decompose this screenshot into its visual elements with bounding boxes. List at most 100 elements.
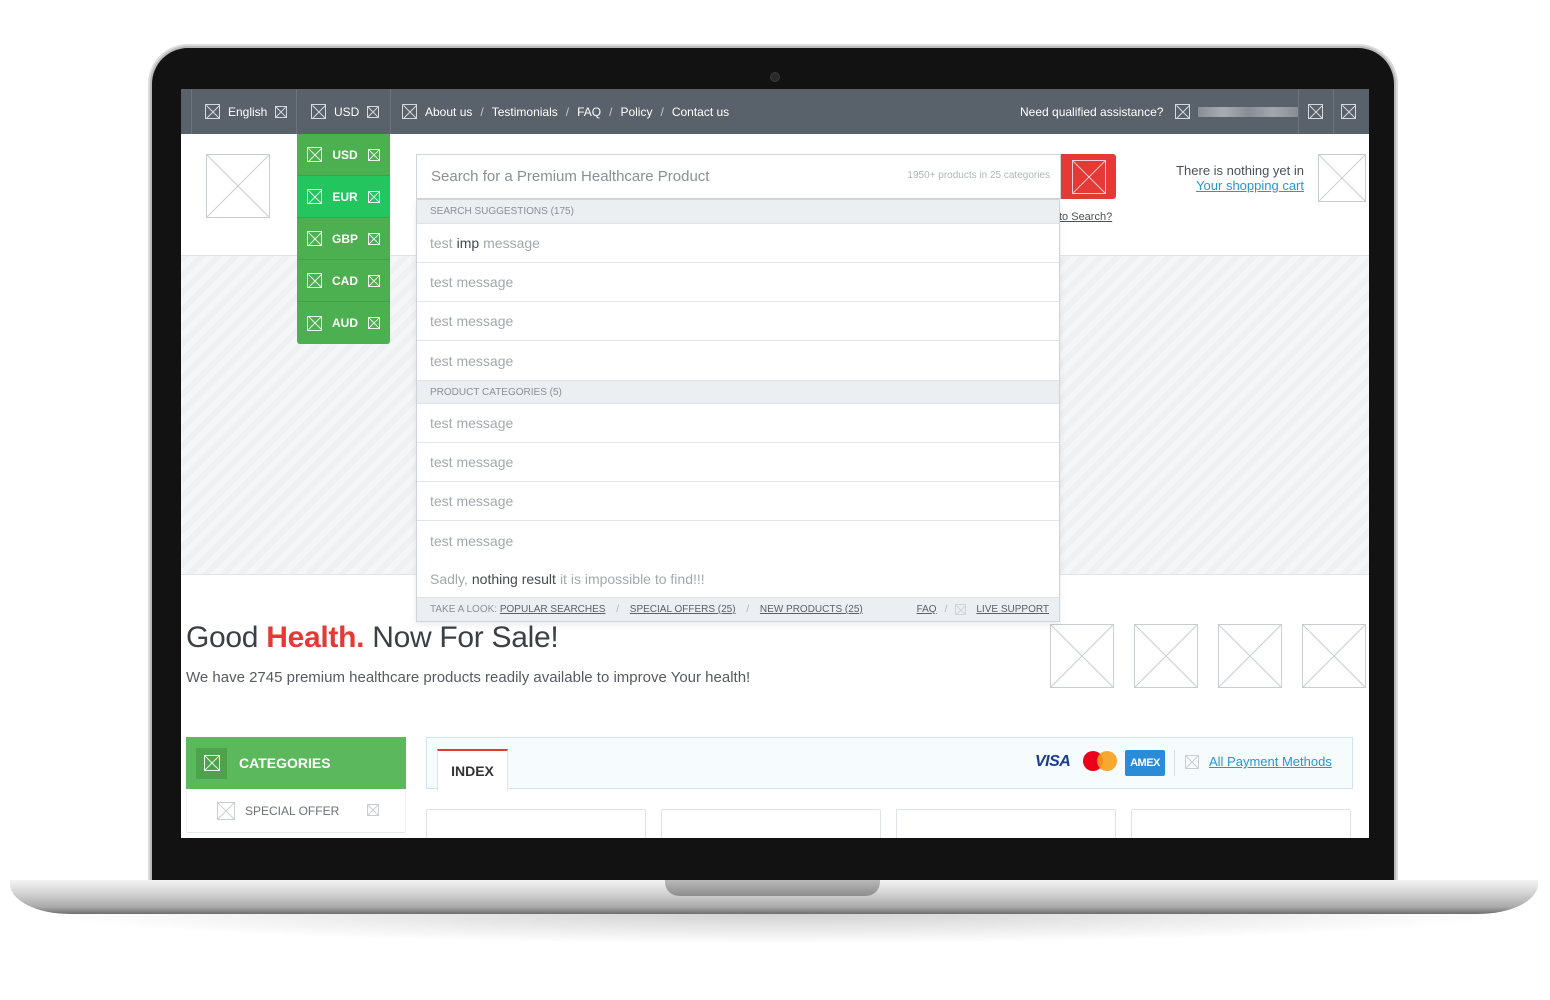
categories-title: CATEGORIES [239,755,331,771]
screen: English USD About us / Testimonials / FA… [181,89,1369,838]
new-products-link[interactable]: NEW PRODUCTS (25) [760,604,863,615]
phone-number-blurred [1198,106,1299,117]
popular-searches-link[interactable]: POPULAR SEARCHES [500,604,606,615]
product-card[interactable] [426,809,646,838]
currency-option-usd[interactable]: USD [297,134,390,176]
search-suggestions: SEARCH SUGGESTIONS (175) test imp messag… [416,199,1060,622]
divider [191,89,192,134]
payment-icon [1185,754,1199,769]
trust-badge-icon [1050,624,1114,688]
info-icon [402,104,417,119]
site-logo[interactable] [206,154,270,218]
hero-subtitle: We have 2745 premium healthcare products… [186,669,751,686]
top-nav: About us / Testimonials / FAQ / Policy /… [402,89,729,134]
language-label: English [228,104,268,119]
currency-icon [311,104,326,119]
currency-dropdown: USD EUR GBP CAD AUD [297,134,390,344]
suggestion-highlight: imp [456,235,480,251]
product-card[interactable] [896,809,1116,838]
categories-header[interactable]: CATEGORIES [186,737,406,789]
hero-title-text: Now For Sale! [372,621,559,654]
laptop-notch [665,880,880,896]
cart-link[interactable]: Your shopping cart [1196,178,1304,193]
nav-faq[interactable]: FAQ [577,105,601,119]
divider [390,89,391,134]
currency-icon [307,273,322,288]
laptop-shadow [40,914,1510,944]
categories-icon [203,755,220,771]
currency-code: GBP [331,231,358,246]
suggestion-item[interactable]: test message [417,341,1059,380]
category-suggestion[interactable]: test message [417,443,1059,482]
divider [296,89,297,134]
currency-code: USD [332,147,358,162]
currency-icon [307,189,322,204]
chevron-icon [368,274,380,287]
suggestion-item[interactable]: test imp message [417,224,1059,263]
chevron-icon [368,148,380,161]
trust-badge-icon [1134,624,1198,688]
take-a-look-label: TAKE A LOOK: [430,604,498,615]
search-count: 1950+ products in 25 categories [907,170,1050,181]
assistance: Need qualified assistance? [1020,89,1299,134]
tab-index[interactable]: INDEX [437,749,508,791]
phone-icon [1175,104,1191,119]
no-results-text: Sadly, [430,570,468,587]
currency-icon [307,231,322,246]
suggestion-item[interactable]: test message [417,302,1059,341]
mastercard-logo [1083,750,1119,772]
search-button[interactable] [1061,154,1116,199]
currency-option-aud[interactable]: AUD [297,302,390,344]
category-suggestion[interactable]: test message [417,482,1059,521]
search-box: 1950+ products in 25 categories [416,154,1061,199]
all-payment-methods-link[interactable]: All Payment Methods [1209,754,1332,769]
flag-icon [205,104,220,119]
all-payment-methods[interactable]: All Payment Methods [1185,754,1332,769]
category-suggestion[interactable]: test message [417,521,1059,560]
product-card[interactable] [1131,809,1351,838]
faq-link[interactable]: FAQ [917,604,937,615]
language-selector[interactable]: English [205,89,288,134]
cart-empty-text: There is nothing yet in [1176,163,1304,178]
currency-option-cad[interactable]: CAD [297,260,390,302]
camera-icon [770,72,780,82]
nav-about[interactable]: About us [425,105,472,119]
currency-option-eur[interactable]: EUR [297,176,390,218]
special-offers-link[interactable]: SPECIAL OFFERS (25) [630,604,736,615]
product-card[interactable] [661,809,881,838]
account-button[interactable] [1308,89,1323,134]
how-to-search-link[interactable]: to Search? [1059,211,1112,223]
suggestion-item[interactable]: test message [417,263,1059,302]
currency-code: AUD [332,316,358,330]
menu-icon [1341,104,1356,119]
chevron-icon [368,190,380,203]
top-bar: English USD About us / Testimonials / FA… [181,89,1369,134]
currency-selector[interactable]: USD [311,89,380,134]
live-support-link[interactable]: LIVE SUPPORT [976,604,1049,615]
hero-title: Good Health. Now For Sale! [186,621,559,655]
divider [1298,89,1299,134]
nav-testimonials[interactable]: Testimonials [492,105,558,119]
nav-policy[interactable]: Policy [620,105,652,119]
currency-icon [307,315,322,331]
support-icon [955,604,967,615]
no-results-message: Sadly, nothing result it is impossible t… [417,560,1059,597]
trust-badge-icon [1302,624,1366,688]
currency-code: CAD [332,273,358,288]
currency-code: EUR [332,189,358,204]
category-item-special-offer[interactable]: SPECIAL OFFER [186,789,406,833]
chevron-down-icon [367,105,380,118]
cart-icon[interactable] [1318,154,1366,202]
suggestion-text: test [430,235,453,251]
no-results-highlight: nothing result [471,570,556,587]
category-suggestion[interactable]: test message [417,404,1059,443]
trust-badge-icon [1218,624,1282,688]
mastercard-circle-orange [1097,751,1117,771]
menu-button[interactable] [1341,89,1356,134]
suggestion-text: message [483,235,540,251]
nav-contact[interactable]: Contact us [672,105,729,119]
hero-title-text: Good [186,621,259,654]
suggestions-footer: TAKE A LOOK: POPULAR SEARCHES / SPECIAL … [417,597,1059,621]
categories-icon-box [196,747,227,779]
currency-option-gbp[interactable]: GBP [297,218,390,260]
